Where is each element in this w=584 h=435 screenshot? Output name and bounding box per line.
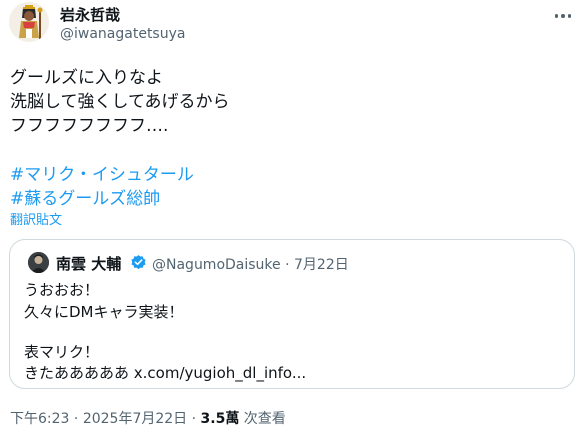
hashtag-link[interactable]: #蘇るグールズ総帥: [10, 184, 160, 209]
quoted-text-line: うおおお！: [24, 281, 100, 299]
post-date[interactable]: 2025年7月22日: [83, 411, 187, 427]
quoted-author-display-name: 南雲 大輔: [56, 255, 122, 273]
tweet-text-line: フフフフフフフフ….: [10, 116, 169, 136]
quoted-text-line: きたあああああ x.com/yugioh_dl_info...: [24, 364, 307, 382]
quoted-tweet-card[interactable]: 南雲 大輔 @NagumoDaisuke · 7月22日 うおおお！ 久々にDM…: [9, 239, 575, 389]
separator-dot: ·: [191, 411, 197, 427]
hashtag-link[interactable]: #マリク・イシュタール: [10, 160, 194, 185]
dot: [561, 14, 565, 18]
views-label: 次查看: [243, 411, 286, 427]
separator-dot: ·: [285, 257, 290, 273]
author-display-name[interactable]: 岩永哲哉: [60, 4, 120, 25]
tweet-text-line: 洗脳して強くしてあげるから: [10, 92, 230, 112]
person-avatar-icon: [28, 252, 49, 273]
quoted-author-avatar: [28, 252, 49, 273]
post-metadata: 下午6:23 · 2025年7月22日 · 3.5萬 次查看: [10, 408, 286, 428]
tweet-text-line: グールズに入りなよ: [10, 68, 163, 88]
translate-post-link[interactable]: 翻訳貼文: [10, 209, 62, 228]
post-time[interactable]: 下午6:23: [10, 411, 69, 427]
quoted-author-handle-and-date: @NagumoDaisuke · 7月22日: [152, 254, 349, 274]
quoted-text-line: 久々にDMキャラ実装！: [24, 303, 184, 321]
pharaoh-avatar-icon: [9, 2, 49, 42]
author-avatar[interactable]: [9, 2, 49, 42]
more-options-icon[interactable]: [550, 6, 576, 26]
dot: [554, 14, 559, 18]
views-count: 3.5萬: [200, 411, 240, 427]
verified-badge-icon: [130, 254, 147, 271]
quoted-post-date: 7月22日: [294, 257, 349, 273]
dot: [567, 14, 572, 18]
quoted-text-line: 表マリク！: [24, 343, 100, 361]
quoted-author-handle: @NagumoDaisuke: [152, 257, 281, 273]
author-handle[interactable]: @iwanagatetsuya: [60, 26, 185, 42]
separator-dot: ·: [73, 411, 79, 427]
